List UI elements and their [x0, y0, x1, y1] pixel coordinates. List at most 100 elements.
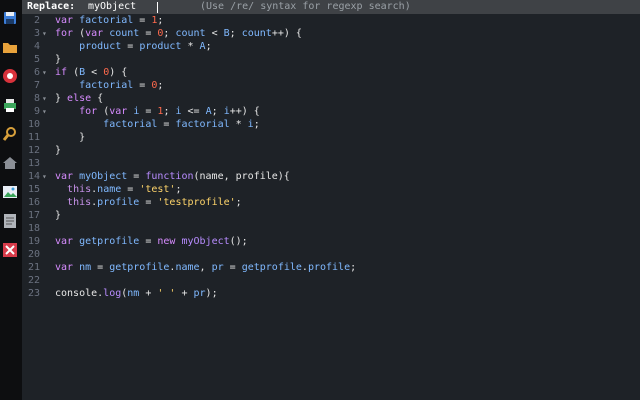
printer-icon[interactable]: [2, 97, 18, 113]
line-number: 20: [27, 249, 40, 260]
code-token: pr: [193, 288, 206, 299]
code-line[interactable]: 17}: [22, 209, 640, 222]
code-token: new: [157, 236, 182, 247]
code-token: <: [85, 67, 104, 78]
code-token: }: [55, 145, 62, 156]
code-token: pr: [211, 262, 224, 273]
code-editor[interactable]: 2 var factorial = 1; 3 ▾ for (var count = 0;…: [22, 14, 640, 400]
code-token: =: [127, 171, 146, 182]
code-token: =: [121, 184, 140, 195]
line-number: 11: [27, 132, 40, 143]
code-token: +: [175, 288, 194, 299]
code-token: ,: [199, 262, 212, 273]
code-line[interactable]: 2 var factorial = 1;: [22, 14, 640, 27]
fold-arrow-icon[interactable]: ▾: [42, 105, 47, 118]
code-token: getprofile: [241, 262, 302, 273]
fold-arrow-icon[interactable]: ▾: [42, 27, 47, 40]
code-text: var nm = getprofile.name, pr = getprofil…: [55, 261, 356, 274]
code-token: factorial: [79, 80, 134, 91]
code-text: for (var count = 0; count < B; count++) …: [55, 27, 302, 40]
code-line[interactable]: 23 console.log(nm + ' ' + pr);: [22, 287, 640, 300]
code-token: ++: [271, 28, 284, 39]
code-token: ;: [350, 262, 357, 273]
code-text: this.profile = 'testprofile';: [55, 196, 242, 209]
code-text: }: [55, 209, 61, 222]
code-line[interactable]: 15 this.name = 'test';: [22, 183, 640, 196]
code-line[interactable]: 4 product = product * A;: [22, 40, 640, 53]
code-line[interactable]: 8 ▾} else {: [22, 92, 640, 105]
line-number: 2: [33, 15, 40, 26]
home-icon[interactable]: [2, 155, 18, 171]
line-number: 21: [27, 262, 40, 273]
code-token: ;: [211, 106, 224, 117]
code-token: name: [97, 184, 122, 195]
fold-arrow-icon[interactable]: ▾: [42, 92, 47, 105]
code-line[interactable]: 18: [22, 222, 640, 235]
code-token: ;: [157, 15, 164, 26]
code-token: 'test': [139, 184, 176, 195]
code-line[interactable]: 9 ▾ for (var i = 1; i <= A; i++) {: [22, 105, 640, 118]
code-token: log: [103, 288, 122, 299]
search-icon[interactable]: [2, 126, 18, 142]
code-token: *: [229, 119, 248, 130]
code-token: ) {: [283, 28, 302, 39]
code-line[interactable]: 6 ▾ if (B < 0) {: [22, 66, 640, 79]
code-text: if (B < 0) {: [55, 66, 127, 79]
code-token: =: [133, 80, 152, 91]
code-token: ;: [157, 80, 164, 91]
code-token: =: [223, 262, 242, 273]
replace-label: Replace:: [27, 1, 76, 12]
code-text: var myObject = function(name, profile){: [55, 170, 290, 183]
code-token: getprofile: [79, 236, 140, 247]
code-text: console.log(nm + ' ' + pr);: [55, 287, 218, 300]
code-token: ;: [175, 184, 182, 195]
line-number: 17: [27, 210, 40, 221]
code-text: } else {: [55, 92, 103, 105]
replace-input[interactable]: myObject: [88, 0, 158, 14]
record-icon[interactable]: [2, 68, 18, 84]
code-line[interactable]: 13: [22, 157, 640, 170]
code-text: this.name = 'test';: [55, 183, 181, 196]
line-number: 23: [27, 288, 40, 299]
image-icon[interactable]: [2, 184, 18, 200]
code-token: var: [55, 15, 80, 26]
fold-arrow-icon[interactable]: ▾: [42, 66, 47, 79]
code-line[interactable]: 12}: [22, 144, 640, 157]
code-token: myObject: [79, 171, 128, 182]
code-token: nm: [127, 288, 140, 299]
code-line[interactable]: 19 var getprofile = new myObject();: [22, 235, 640, 248]
code-token: }: [55, 54, 62, 65]
code-line[interactable]: 3 ▾ for (var count = 0; count < B; count++…: [22, 27, 640, 40]
code-line[interactable]: 7 factorial = 0;: [22, 79, 640, 92]
save-icon[interactable]: [2, 10, 18, 26]
code-token: );: [205, 288, 218, 299]
folder-icon[interactable]: [2, 39, 18, 55]
code-token: }: [55, 210, 62, 221]
document-icon[interactable]: [2, 213, 18, 229]
code-line[interactable]: 21 var nm = getprofile.name, pr = getprof…: [22, 261, 640, 274]
code-line[interactable]: 16 this.profile = 'testprofile';: [22, 196, 640, 209]
close-icon[interactable]: [2, 242, 18, 258]
code-token: ;: [229, 28, 242, 39]
code-token: <: [205, 28, 224, 39]
code-line[interactable]: 22: [22, 274, 640, 287]
code-token: product: [79, 41, 122, 52]
code-token: name: [175, 262, 200, 273]
code-line[interactable]: 5}: [22, 53, 640, 66]
line-number: 14: [27, 171, 40, 182]
code-token: 'testprofile': [157, 197, 236, 208]
code-token: count: [175, 28, 206, 39]
code-line[interactable]: 14 ▾ var myObject = function(name, profile…: [22, 170, 640, 183]
code-text: for (var i = 1; i <= A; i++) {: [55, 105, 260, 118]
code-text: factorial = factorial * i;: [55, 118, 260, 131]
code-token: this: [67, 184, 92, 195]
code-line[interactable]: 11 }: [22, 131, 640, 144]
fold-arrow-icon[interactable]: ▾: [42, 170, 47, 183]
code-text: factorial = 0;: [55, 79, 163, 92]
code-line[interactable]: 10 factorial = factorial * i;: [22, 118, 640, 131]
code-line[interactable]: 20: [22, 248, 640, 261]
line-number: 22: [27, 275, 40, 286]
